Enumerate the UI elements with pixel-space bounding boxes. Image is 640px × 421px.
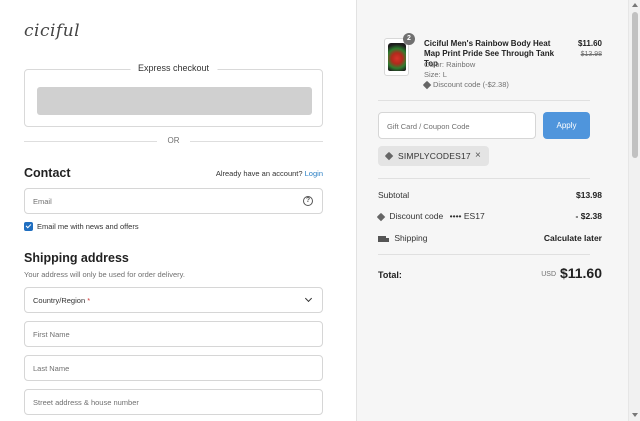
or-text: OR: [167, 136, 180, 145]
tag-icon: [384, 151, 394, 161]
or-line-right: [190, 141, 323, 142]
account-prompt: Already have an account? Login: [216, 169, 323, 178]
shipping-heading: Shipping address: [24, 251, 129, 265]
express-checkout-box: Express checkout: [24, 63, 323, 127]
product-discount: Discount code (-$2.38): [422, 80, 509, 90]
street-address-field[interactable]: Street address & house number: [24, 389, 323, 415]
discount-masked-code: •••• ES17: [449, 211, 485, 221]
product-size: Size: L: [424, 70, 447, 79]
first-name-field[interactable]: First Name: [24, 321, 323, 347]
last-name-placeholder: Last Name: [33, 364, 70, 373]
quantity-badge: 2: [403, 33, 415, 45]
brand-logo[interactable]: ciciful: [24, 21, 80, 41]
subtotal-label: Subtotal: [378, 190, 410, 200]
subtotal-value: $13.98: [576, 190, 602, 200]
discount-value: - $2.38: [575, 211, 602, 221]
discount-label: Discount code: [389, 211, 444, 221]
scrollbar-thumb[interactable]: [632, 12, 638, 158]
page-scrollbar[interactable]: [628, 0, 640, 421]
email-field[interactable]: Email ?: [24, 188, 323, 214]
contact-heading: Contact: [24, 166, 71, 180]
scroll-up-arrow-icon[interactable]: [632, 3, 638, 7]
applied-code-label: SIMPLYCODES17: [398, 151, 471, 161]
street-placeholder: Street address & house number: [33, 398, 139, 407]
product-color: Color: Rainbow: [424, 60, 476, 69]
summary-divider: [378, 178, 590, 179]
express-checkout-title: Express checkout: [129, 63, 218, 73]
summary-divider: [378, 100, 590, 101]
apply-button[interactable]: Apply: [543, 112, 590, 139]
tag-icon: [376, 212, 386, 221]
scroll-down-arrow-icon[interactable]: [632, 413, 638, 417]
account-prompt-text: Already have an account?: [215, 169, 303, 178]
newsletter-label[interactable]: Email me with news and offers: [37, 222, 139, 231]
applied-code-chip: SIMPLYCODES17 ×: [378, 146, 489, 166]
gift-card-input[interactable]: Gift Card / Coupon Code: [378, 112, 536, 139]
total-value: $11.60: [559, 265, 602, 281]
or-line-left: [24, 141, 157, 142]
gift-card-placeholder: Gift Card / Coupon Code: [387, 122, 470, 131]
or-divider: OR: [24, 136, 323, 148]
total-label: Total:: [378, 270, 402, 280]
tag-icon: [422, 80, 432, 90]
shipping-row: Shipping: [378, 233, 427, 243]
summary-divider: [378, 254, 590, 255]
product-image: [388, 43, 406, 71]
express-pay-button[interactable]: [37, 87, 312, 115]
first-name-placeholder: First Name: [33, 330, 70, 339]
discount-row: Discount code •••• ES17: [376, 211, 485, 221]
email-placeholder: Email: [33, 197, 52, 206]
product-compare-price: $13.98: [580, 51, 602, 58]
newsletter-checkbox[interactable]: [24, 222, 33, 231]
shipping-note: Your address will only be used for order…: [24, 270, 185, 279]
help-icon[interactable]: ?: [303, 196, 313, 206]
login-link[interactable]: Login: [305, 169, 323, 178]
country-placeholder: Country/Region *: [33, 296, 91, 305]
shipping-value: Calculate later: [543, 233, 602, 243]
checkout-form-panel: ciciful Express checkout OR Contact Alre…: [0, 0, 356, 421]
shipping-label: Shipping: [394, 233, 428, 243]
total-currency: USD: [541, 271, 556, 278]
last-name-field[interactable]: Last Name: [24, 355, 323, 381]
remove-code-icon[interactable]: ×: [475, 150, 481, 161]
chevron-down-icon: [304, 294, 313, 303]
truck-icon: [378, 235, 389, 242]
country-select[interactable]: Country/Region *: [24, 287, 323, 313]
product-price: $11.60: [577, 39, 602, 48]
